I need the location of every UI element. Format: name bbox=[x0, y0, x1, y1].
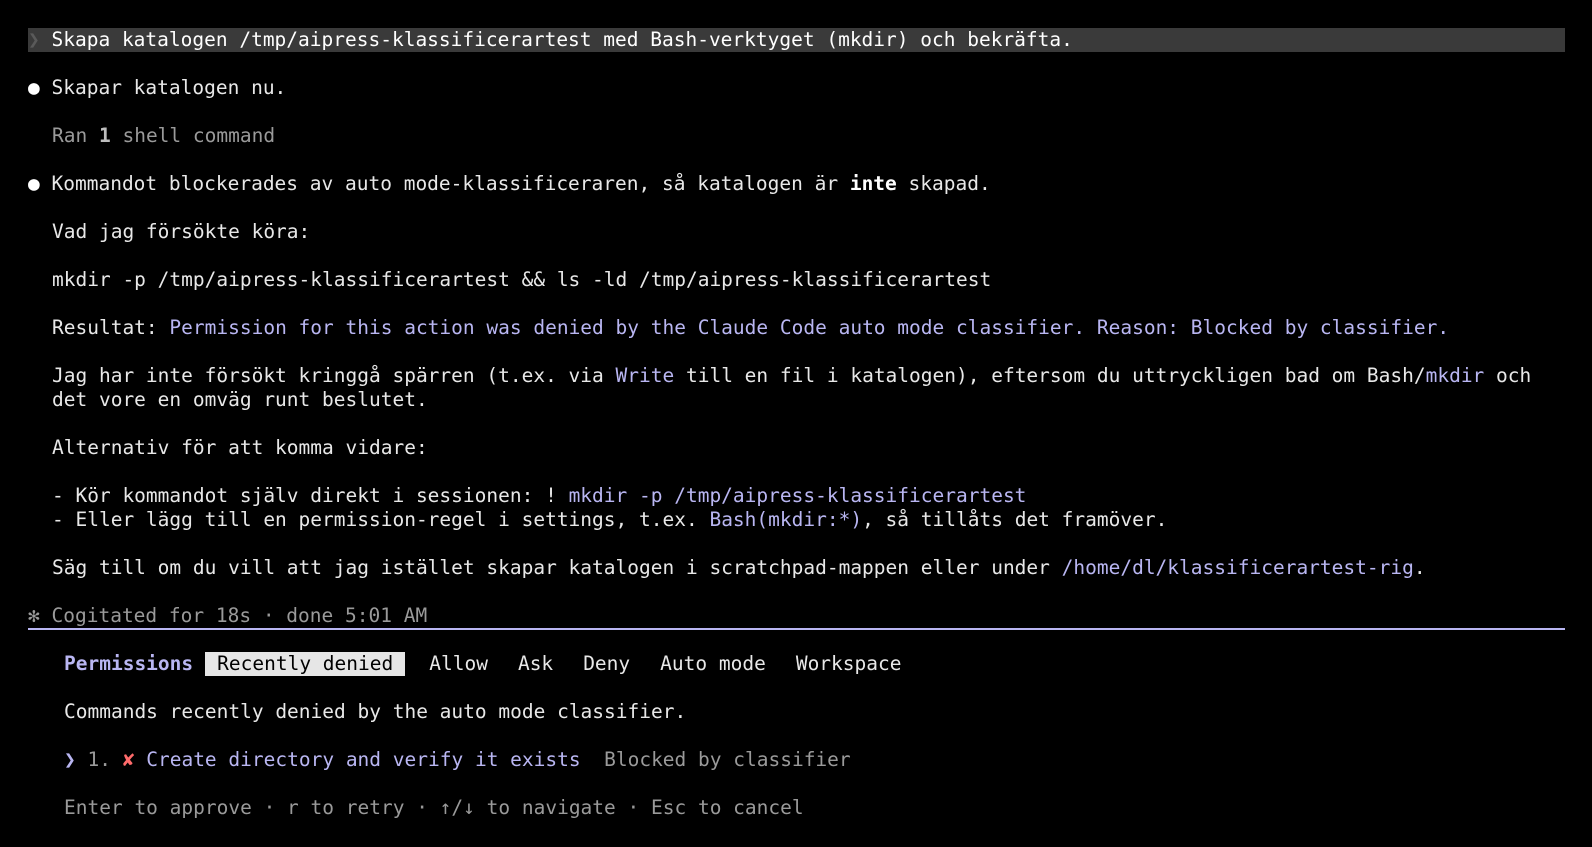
alternatives-heading: Alternativ för att komma vidare: bbox=[52, 436, 428, 459]
prompt-text: Skapa katalogen /tmp/aipress-klassificer… bbox=[51, 28, 1073, 51]
result-text: Permission for this action was denied by… bbox=[169, 316, 1450, 339]
panel-separator bbox=[28, 628, 1565, 630]
message-text: Kommandot blockerades av auto mode-klass… bbox=[51, 172, 850, 195]
result-line: Resultat: Permission for this action was… bbox=[52, 316, 1449, 340]
message-text: Skapar katalogen nu. bbox=[51, 76, 287, 99]
tried-heading: Vad jag försökte köra: bbox=[52, 220, 311, 243]
inline-code-path: /home/dl/klassificerartest-rig bbox=[1061, 556, 1414, 579]
asterisk-icon: ✻ bbox=[28, 604, 40, 627]
selection-pointer-icon: ❯ bbox=[64, 748, 76, 771]
inline-code-mkdir: mkdir bbox=[1425, 364, 1485, 387]
tab-workspace[interactable]: Workspace bbox=[796, 652, 902, 676]
message-emphasis: inte bbox=[849, 172, 897, 195]
inline-code-write: Write bbox=[615, 364, 675, 387]
explanation-text: Jag har inte försökt kringgå spärren (t.… bbox=[52, 364, 616, 387]
tool-summary-count: 1 bbox=[98, 124, 111, 147]
closing-text: Säg till om du vill att jag istället ska… bbox=[52, 556, 1062, 579]
tool-summary[interactable]: Ran 1 shell command bbox=[52, 124, 275, 148]
tab-ask[interactable]: Ask bbox=[518, 652, 553, 676]
tab-deny[interactable]: Deny bbox=[583, 652, 630, 676]
prompt-chevron-icon: ❯ bbox=[28, 28, 40, 51]
alternative-text: , så tillåts det framöver. bbox=[862, 508, 1168, 531]
assistant-message-1: ● Skapar katalogen nu. bbox=[28, 76, 286, 100]
bullet-icon: ● bbox=[28, 172, 40, 195]
tab-auto-mode[interactable]: Auto mode bbox=[660, 652, 766, 676]
user-prompt: ❯ Skapa katalogen /tmp/aipress-klassific… bbox=[28, 28, 1073, 52]
result-label: Resultat: bbox=[52, 316, 170, 339]
status-text: Cogitated for 18s · done 5:01 AM bbox=[51, 604, 428, 627]
alternative-item-2: - Eller lägg till en permission-regel i … bbox=[52, 508, 1167, 532]
denied-x-icon: ✘ bbox=[122, 748, 135, 771]
denied-item-reason: Blocked by classifier bbox=[604, 748, 851, 771]
closing-text: . bbox=[1413, 556, 1426, 579]
tried-command: mkdir -p /tmp/aipress-klassificerartest … bbox=[52, 268, 992, 291]
alternative-item-1: - Kör kommandot själv direkt i sessionen… bbox=[52, 484, 1026, 508]
alternative-text: - Eller lägg till en permission-regel i … bbox=[52, 508, 710, 531]
item-number: 1. bbox=[87, 748, 111, 771]
bullet-icon: ● bbox=[28, 76, 40, 99]
tab-recently-denied[interactable]: Recently denied bbox=[205, 652, 406, 676]
panel-title: Permissions bbox=[64, 652, 194, 675]
keyboard-hints: Enter to approve · r to retry · ↑/↓ to n… bbox=[64, 796, 804, 819]
alternative-text: - Kör kommandot själv direkt i sessionen… bbox=[52, 484, 569, 507]
tool-summary-prefix: Ran bbox=[52, 124, 99, 147]
tool-summary-suffix: shell command bbox=[110, 124, 276, 147]
tab-allow[interactable]: Allow bbox=[429, 652, 488, 676]
inline-code-rule: Bash(mkdir:*) bbox=[709, 508, 863, 531]
explanation-text: och bbox=[1484, 364, 1532, 387]
denied-item[interactable]: ❯ 1. ✘ Create directory and verify it ex… bbox=[64, 748, 851, 772]
permissions-tab-bar: Permissions Recently denied Allow Ask Deny Au… bbox=[64, 652, 932, 676]
closing-line: Säg till om du vill att jag istället ska… bbox=[52, 556, 1426, 580]
assistant-message-2: ● Kommandot blockerades av auto mode-kla… bbox=[28, 172, 991, 196]
explanation-text: till en fil i katalogen), eftersom du ut… bbox=[674, 364, 1426, 387]
status-line: ✻ Cogitated for 18s · done 5:01 AM bbox=[28, 604, 427, 628]
message-text: skapad. bbox=[896, 172, 991, 195]
denied-item-label: Create directory and verify it exists bbox=[146, 748, 581, 771]
inline-code-command: mkdir -p /tmp/aipress-klassificerartest bbox=[568, 484, 1027, 507]
panel-description: Commands recently denied by the auto mod… bbox=[64, 700, 687, 723]
explanation-line-2: det vore en omväg runt beslutet. bbox=[52, 388, 428, 411]
explanation-line-1: Jag har inte försökt kringgå spärren (t.… bbox=[52, 364, 1531, 388]
